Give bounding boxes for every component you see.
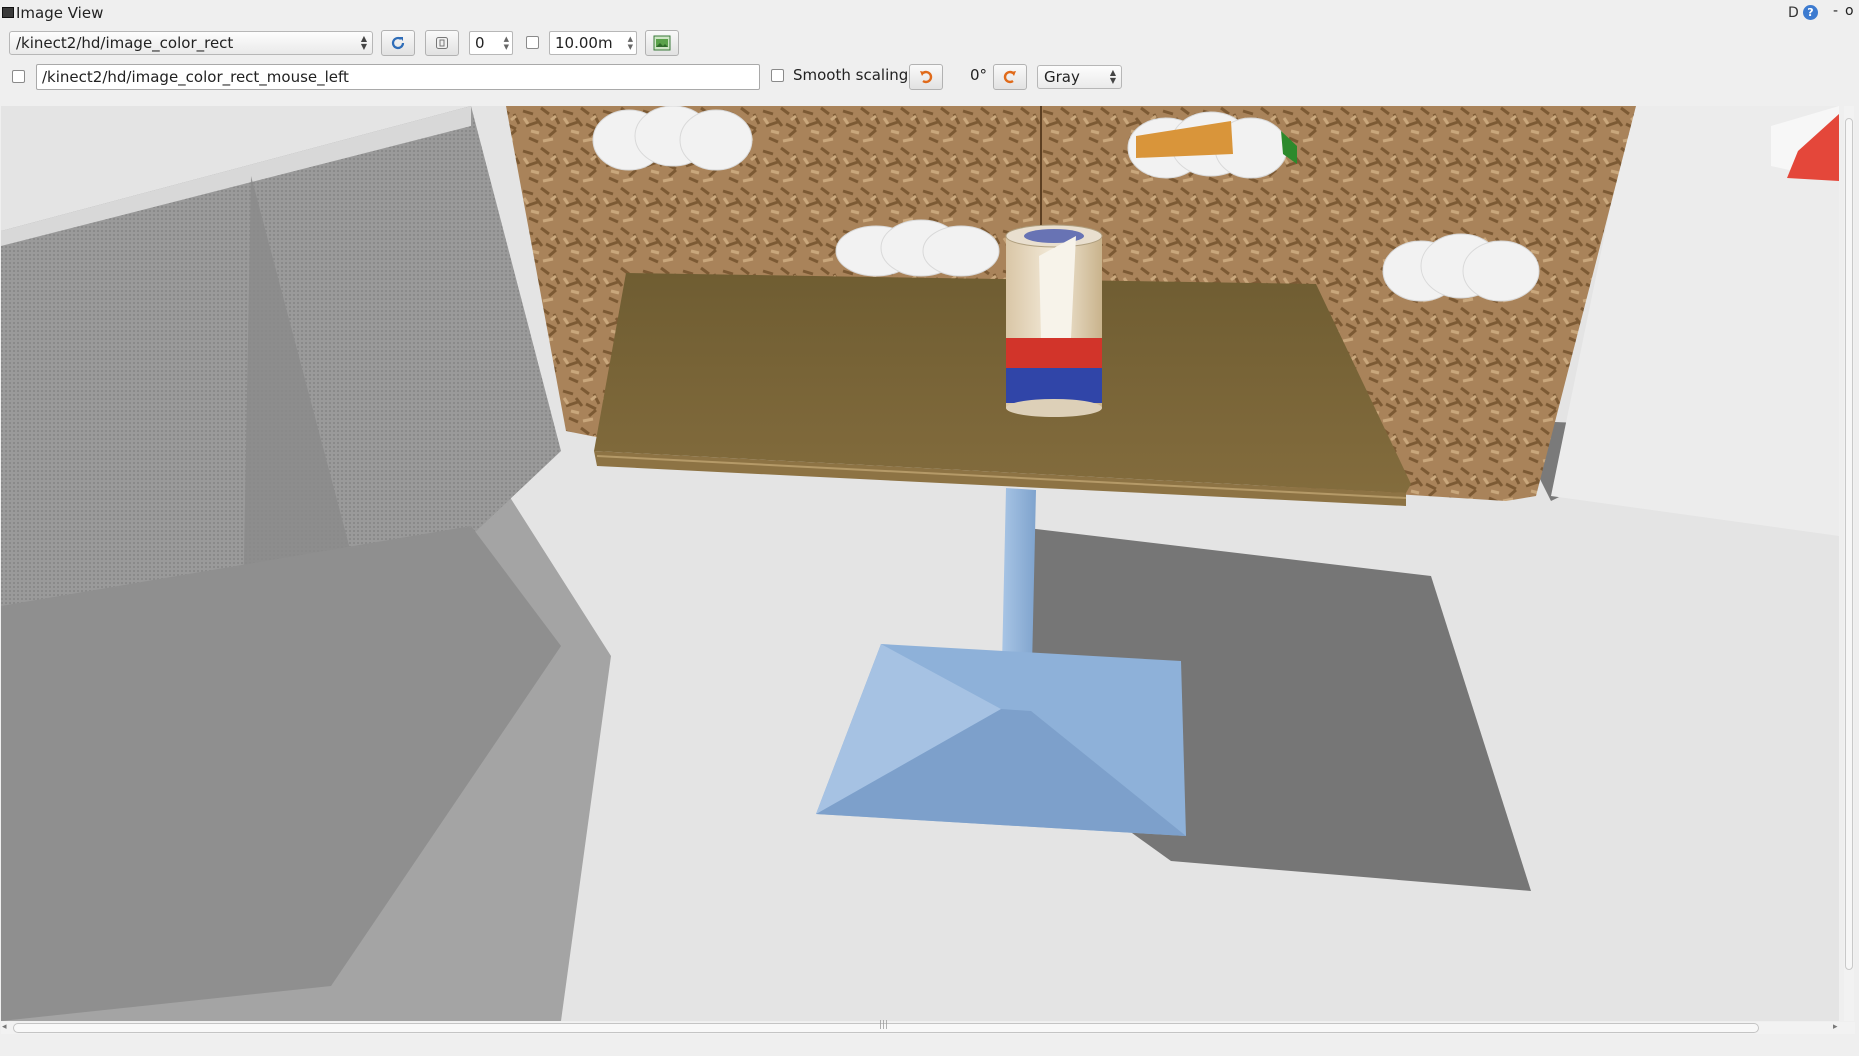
refresh-icon [391,36,405,50]
rotate-right-button[interactable] [993,64,1027,90]
max-range-value: 10.00m [555,34,613,52]
smooth-scaling-checkbox[interactable] [771,69,784,82]
horizontal-scrollbar[interactable]: ◂ ||| ▸ [1,1020,1855,1034]
rotate-right-icon [1003,70,1016,84]
save-image-button[interactable] [645,30,679,56]
toolbar-row-2: /kinect2/hd/image_color_rect_mouse_left … [0,62,1859,92]
rotate-left-icon [920,70,933,84]
close-button[interactable]: o [1845,3,1854,19]
max-range-spinbox[interactable]: 10.00m ▲ ▼ [549,31,637,55]
mouse-publish-checkbox[interactable] [12,70,25,83]
mouse-topic-value: /kinect2/hd/image_color_rect_mouse_left [42,68,349,86]
zoom-fit-icon [436,37,448,49]
soup-can [1005,224,1103,417]
minimize-button[interactable]: - [1833,3,1838,19]
toolbar-row-1: /kinect2/hd/image_color_rect ▲ ▼ 0 ▲ ▼ 10.… [0,28,1859,58]
topic-select[interactable]: /kinect2/hd/image_color_rect ▲ ▼ [9,31,373,55]
rotate-left-button[interactable] [909,64,943,90]
spin-arrows-icon: ▲ ▼ [503,35,509,51]
topic-select-value: /kinect2/hd/image_color_rect [16,34,234,52]
smooth-scaling-label: Smooth scaling [793,66,909,84]
window-title: Image View [16,4,104,22]
scroll-left-icon[interactable]: ◂ [2,1022,7,1032]
scroll-grip-icon: ||| [879,1020,889,1030]
dynamic-range-checkbox[interactable] [526,36,539,49]
app-window-icon [2,7,14,18]
updown-arrows-icon: ▲ ▼ [1109,68,1116,85]
vertical-scrollbar[interactable] [1844,106,1854,1021]
colormap-value: Gray [1044,68,1080,86]
help-icon[interactable]: ? [1803,5,1818,20]
updown-arrows-icon: ▲ ▼ [360,34,367,51]
image-viewport[interactable] [1,106,1839,1021]
rotation-label: 0° [970,66,988,84]
frame-spinbox-value: 0 [475,34,485,52]
refresh-button[interactable] [381,30,415,56]
scroll-right-icon[interactable]: ▸ [1833,1022,1838,1032]
dock-icon[interactable]: D [1788,5,1799,21]
title-bar: Image View D ? - o [0,0,1859,26]
camera-image[interactable] [1,106,1839,1021]
zoom-fit-button[interactable] [425,30,459,56]
frame-spinbox[interactable]: 0 ▲ ▼ [469,31,513,55]
colormap-select[interactable]: Gray ▲ ▼ [1037,65,1122,89]
spin-arrows-icon: ▲ ▼ [627,35,633,51]
vertical-scroll-thumb[interactable] [1845,118,1853,970]
mouse-topic-input[interactable]: /kinect2/hd/image_color_rect_mouse_left [36,64,760,90]
save-image-icon [653,35,671,51]
